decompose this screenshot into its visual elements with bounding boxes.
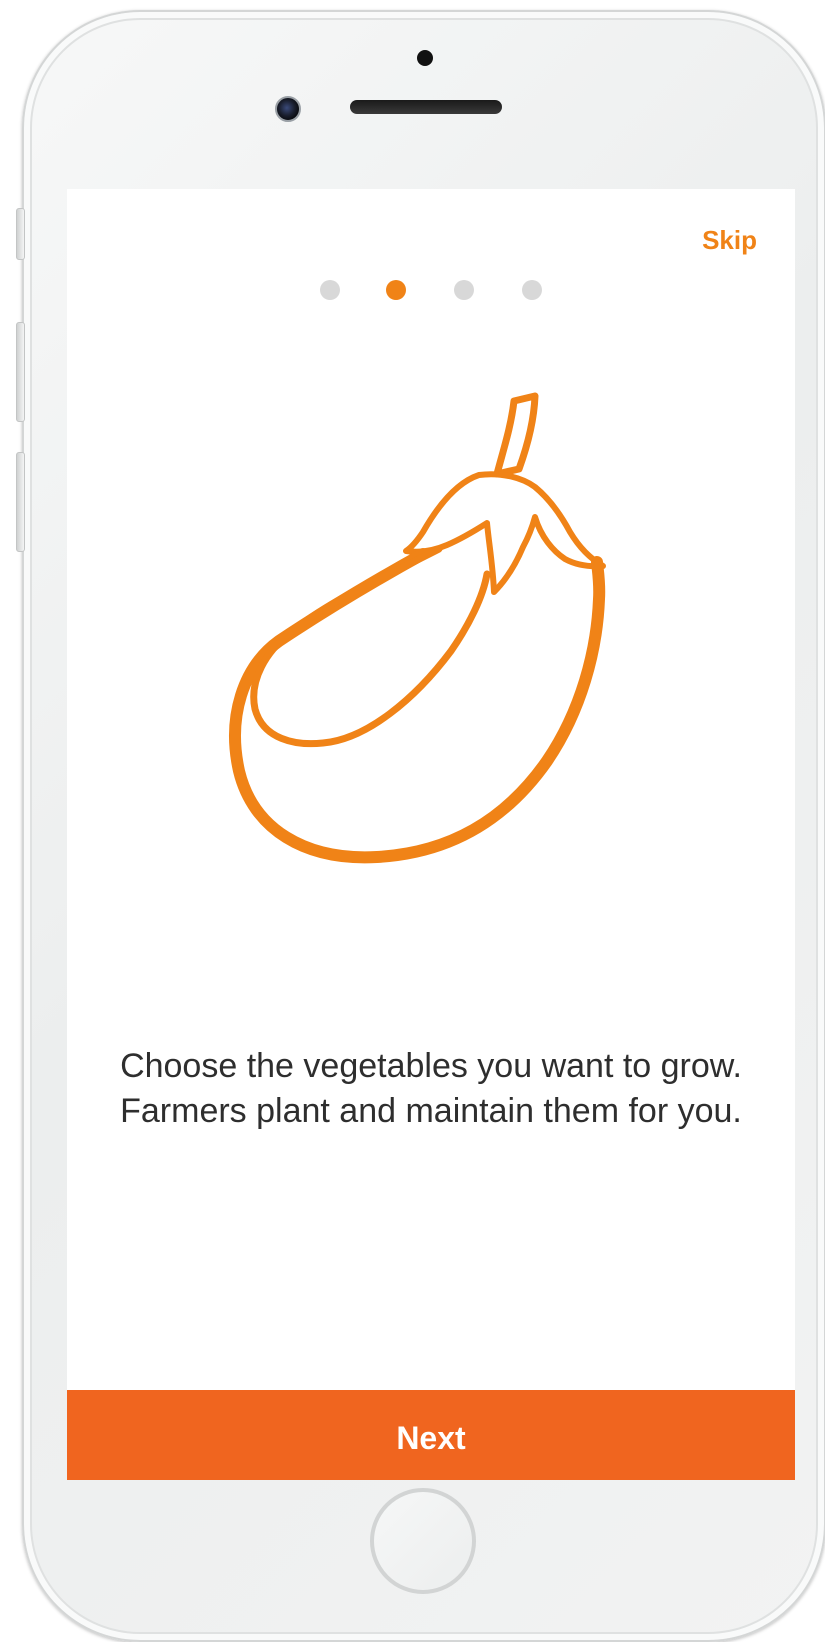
page-dot-2-active [386, 280, 406, 300]
caption-line-2: Farmers plant and maintain them for you. [120, 1092, 742, 1130]
eggplant-icon [229, 392, 606, 864]
skip-button[interactable]: Skip [702, 225, 757, 256]
page-dot-1 [320, 280, 340, 300]
mute-switch [16, 208, 25, 260]
page-dot-3 [454, 280, 474, 300]
earpiece-speaker [350, 100, 502, 114]
home-button[interactable] [370, 1488, 476, 1594]
caption-line-1: Choose the vegetables you want to grow. [120, 1047, 742, 1085]
onboarding-caption: Choose the vegetables you want to grow. … [67, 1044, 795, 1134]
next-button[interactable]: Next [67, 1390, 795, 1480]
onboarding-screen: Skip Choose the vegetables you want to g… [67, 189, 795, 1480]
volume-up-button [16, 322, 25, 422]
page-dot-4 [522, 280, 542, 300]
volume-down-button [16, 452, 25, 552]
device-frame: Skip Choose the vegetables you want to g… [0, 0, 825, 1642]
front-camera-icon [275, 96, 301, 122]
page-indicator [67, 280, 795, 302]
proximity-sensor [417, 50, 433, 66]
